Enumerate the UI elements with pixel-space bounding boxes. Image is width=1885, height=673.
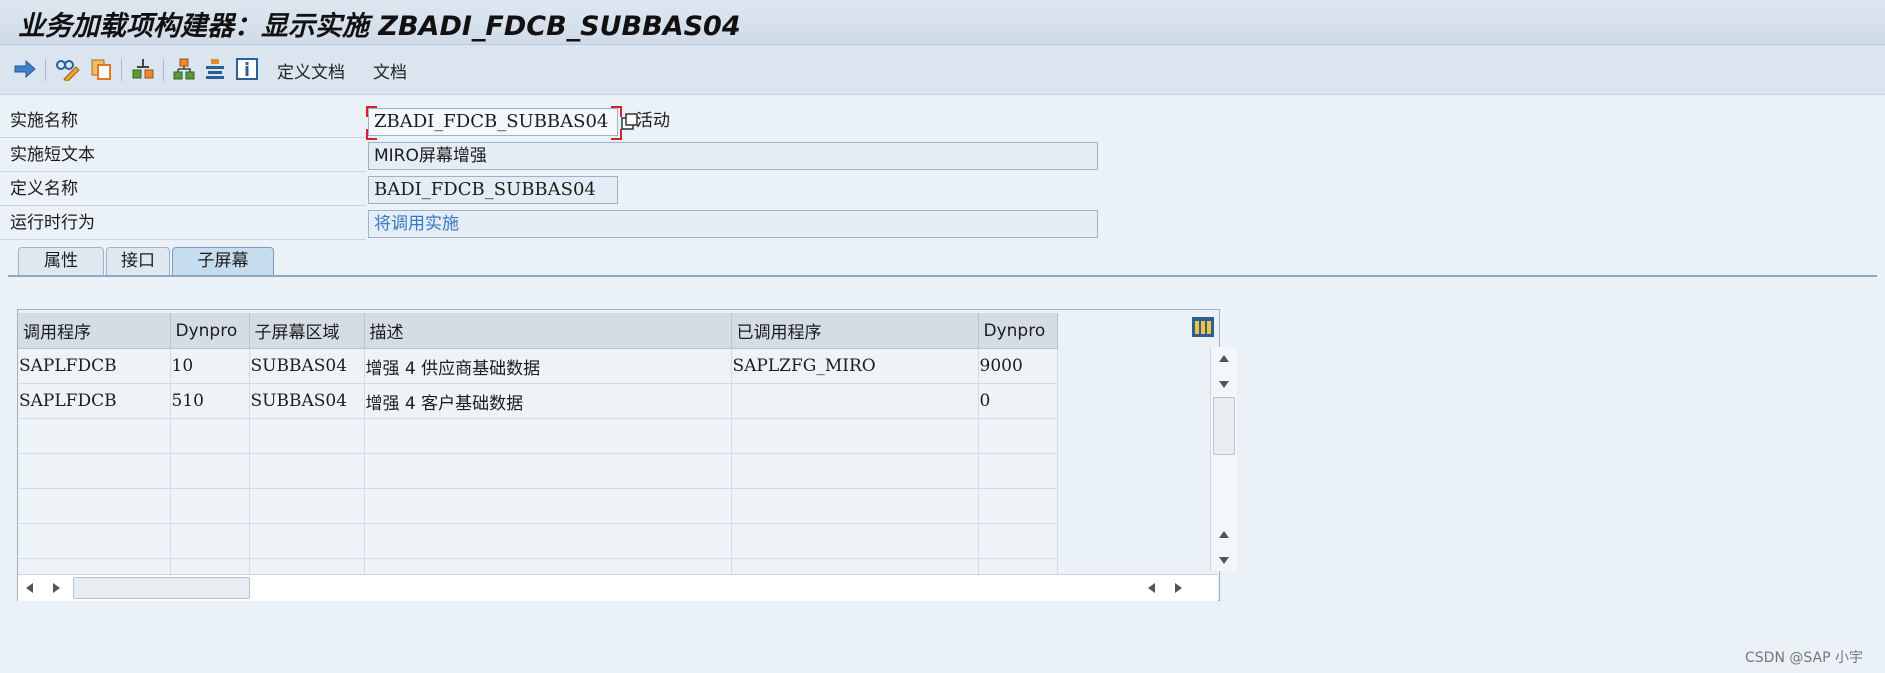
grid-cell[interactable] bbox=[249, 523, 365, 559]
grid-cell[interactable] bbox=[364, 523, 732, 559]
grid-cell[interactable] bbox=[731, 453, 979, 489]
vertical-scrollbar[interactable] bbox=[1210, 347, 1237, 571]
scroll-down-icon[interactable] bbox=[1219, 381, 1229, 388]
scroll-page-down-icon[interactable] bbox=[1219, 557, 1229, 564]
runtime-field[interactable]: 将调用实施 bbox=[368, 210, 1098, 238]
column-header[interactable]: Dynpro bbox=[170, 313, 250, 349]
grid-cell[interactable] bbox=[731, 418, 979, 454]
grid-cell[interactable] bbox=[170, 453, 250, 489]
grid-cell[interactable] bbox=[249, 418, 365, 454]
grid-cell[interactable] bbox=[18, 488, 171, 524]
column-settings-icon[interactable] bbox=[1191, 315, 1215, 339]
grid-cell[interactable] bbox=[731, 488, 979, 524]
grid-cell[interactable]: 9000 bbox=[978, 348, 1058, 384]
other-object-icon[interactable] bbox=[130, 56, 156, 82]
toolbar-separator bbox=[45, 59, 46, 81]
impl-name-label: 实施名称 bbox=[0, 105, 366, 138]
display-change-icon[interactable] bbox=[54, 56, 80, 82]
table-row[interactable] bbox=[18, 453, 1058, 489]
grid-header-row: 调用程序 Dynpro 子屏幕区域 描述 已调用程序 Dynpro bbox=[18, 313, 1058, 349]
table-row[interactable]: SAPLFDCB 10 SUBBAS04 增强 4 供应商基础数据 SAPLZF… bbox=[18, 348, 1058, 384]
define-doc-button[interactable]: 定义文档 bbox=[277, 58, 345, 83]
grid-cell[interactable] bbox=[364, 453, 732, 489]
grid-cell[interactable]: 增强 4 客户基础数据 bbox=[364, 383, 732, 419]
short-text-label: 实施短文本 bbox=[0, 139, 366, 172]
def-name-field[interactable]: BADI_FDCB_SUBBAS04 bbox=[368, 176, 618, 204]
watermark: CSDN @SAP 小宇 bbox=[1745, 650, 1863, 666]
tab-interface[interactable]: 接口 bbox=[106, 247, 170, 275]
scroll-left-end-icon[interactable] bbox=[1148, 583, 1155, 593]
table-row[interactable] bbox=[18, 488, 1058, 524]
grid-cell[interactable] bbox=[364, 488, 732, 524]
grid-cell[interactable] bbox=[249, 488, 365, 524]
tab-attributes[interactable]: 属性 bbox=[18, 247, 104, 275]
object-copy-icon[interactable] bbox=[88, 56, 114, 82]
grid-cell[interactable] bbox=[18, 418, 171, 454]
grid-cell[interactable]: 0 bbox=[978, 383, 1058, 419]
scroll-left-icon[interactable] bbox=[26, 583, 33, 593]
scroll-page-up-icon[interactable] bbox=[1219, 531, 1229, 538]
grid-cell[interactable]: 增强 4 供应商基础数据 bbox=[364, 348, 732, 384]
toolbar-separator bbox=[163, 59, 164, 81]
column-header[interactable]: Dynpro bbox=[978, 313, 1058, 349]
grid-cell[interactable] bbox=[978, 523, 1058, 559]
grid-cell[interactable] bbox=[731, 523, 979, 559]
focus-corner bbox=[366, 129, 377, 140]
text-align-icon[interactable] bbox=[202, 56, 228, 82]
window-title: 业务加载项构建器：显示实施 ZBADI_FDCB_SUBBAS04 bbox=[18, 11, 741, 42]
doc-button[interactable]: 文档 bbox=[373, 58, 407, 83]
column-header[interactable]: 已调用程序 bbox=[731, 313, 979, 349]
arrow-right-icon[interactable] bbox=[12, 56, 38, 82]
vertical-scroll-thumb[interactable] bbox=[1213, 397, 1235, 455]
table-row[interactable]: SAPLFDCB 510 SUBBAS04 增强 4 客户基础数据 0 bbox=[18, 383, 1058, 419]
info-icon[interactable] bbox=[234, 56, 260, 82]
scroll-up-icon[interactable] bbox=[1219, 355, 1229, 362]
table-row[interactable] bbox=[18, 523, 1058, 559]
scroll-right-end-icon[interactable] bbox=[1175, 583, 1182, 593]
application-toolbar: 定义文档 文档 bbox=[0, 45, 1885, 95]
status-text: 活动 bbox=[636, 111, 670, 131]
title-bar: 业务加载项构建器：显示实施 ZBADI_FDCB_SUBBAS04 bbox=[0, 0, 1885, 45]
grid-cell[interactable]: SAPLFDCB bbox=[18, 383, 171, 419]
grid-cell[interactable] bbox=[978, 488, 1058, 524]
grid-cell[interactable] bbox=[170, 523, 250, 559]
grid-cell[interactable]: SUBBAS04 bbox=[249, 383, 365, 419]
grid-cell[interactable]: SAPLZFG_MIRO bbox=[731, 348, 979, 384]
grid-cell[interactable]: SUBBAS04 bbox=[249, 348, 365, 384]
column-header[interactable]: 子屏幕区域 bbox=[249, 313, 365, 349]
column-header[interactable]: 描述 bbox=[364, 313, 732, 349]
grid-cell[interactable]: 510 bbox=[170, 383, 250, 419]
table-row[interactable] bbox=[18, 418, 1058, 454]
grid-cell[interactable] bbox=[364, 418, 732, 454]
horizontal-scroll-thumb[interactable] bbox=[73, 577, 250, 599]
grid-cell[interactable]: 10 bbox=[170, 348, 250, 384]
grid-cell[interactable] bbox=[731, 383, 979, 419]
grid-cell[interactable] bbox=[978, 418, 1058, 454]
grid-table: 调用程序 Dynpro 子屏幕区域 描述 已调用程序 Dynpro SAPLFD… bbox=[18, 313, 1058, 594]
grid-cell[interactable] bbox=[170, 488, 250, 524]
def-name-label: 定义名称 bbox=[0, 173, 366, 206]
hierarchy-icon[interactable] bbox=[171, 56, 197, 82]
grid-cell[interactable] bbox=[249, 453, 365, 489]
focus-corner bbox=[366, 106, 377, 117]
column-header[interactable]: 调用程序 bbox=[18, 313, 171, 349]
short-text-field[interactable]: MIRO屏幕增强 bbox=[368, 142, 1098, 170]
grid-cell[interactable] bbox=[170, 418, 250, 454]
horizontal-scrollbar[interactable] bbox=[18, 574, 1218, 601]
grid-cell[interactable] bbox=[18, 523, 171, 559]
toolbar-separator bbox=[121, 59, 122, 81]
impl-name-field[interactable]: ZBADI_FDCB_SUBBAS04 bbox=[368, 108, 618, 136]
tab-subscreens[interactable]: 子屏幕 bbox=[172, 247, 274, 275]
grid-cell[interactable] bbox=[18, 453, 171, 489]
scroll-right-icon[interactable] bbox=[53, 583, 60, 593]
grid-cell[interactable]: SAPLFDCB bbox=[18, 348, 171, 384]
runtime-label: 运行时行为 bbox=[0, 207, 366, 240]
grid-cell[interactable] bbox=[978, 453, 1058, 489]
subscreen-grid: 调用程序 Dynpro 子屏幕区域 描述 已调用程序 Dynpro SAPLFD… bbox=[17, 309, 1237, 601]
